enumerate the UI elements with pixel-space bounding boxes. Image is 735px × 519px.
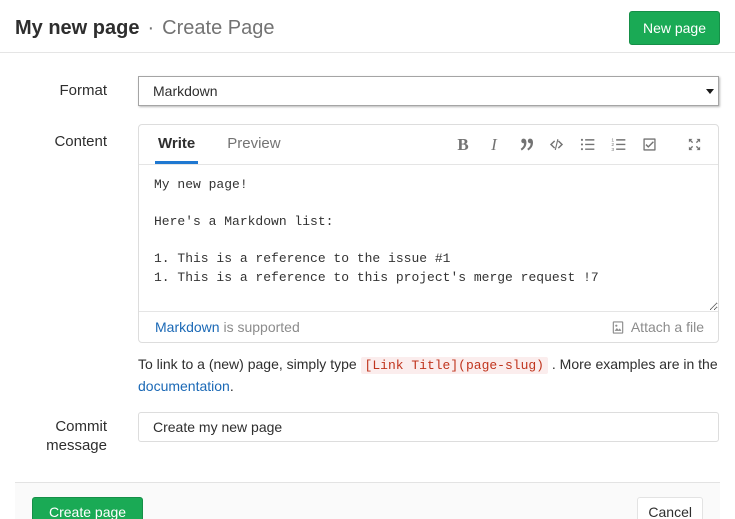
svg-text:3: 3 [611,147,614,152]
link-syntax-code: [Link Title](page-slug) [361,357,548,374]
editor-header: Write Preview B I [139,125,718,165]
form-actions-footer: Create page Cancel [15,482,720,519]
format-row: Format Markdown [0,76,735,106]
commit-message-label: Commit message [0,412,107,455]
markdown-help-link[interactable]: Markdown [155,319,220,335]
task-list-icon[interactable] [640,135,658,155]
markdown-supported-note: Markdown is supported [155,319,300,335]
documentation-link[interactable]: documentation [138,378,230,394]
editor-write-pane: My new page! Here's a Markdown list: 1. … [139,165,718,311]
content-row: Content Write Preview B I [0,124,735,343]
content-textarea[interactable]: My new page! Here's a Markdown list: 1. … [139,165,718,311]
new-page-button[interactable]: New page [629,11,720,45]
editor-toolbar: B I 123 [454,125,703,164]
link-help-text: To link to a (new) page, simply type [Li… [138,354,719,396]
commit-message-input[interactable] [138,412,719,442]
blockquote-icon[interactable] [516,135,534,155]
page-header: My new page · Create Page New page [0,0,735,53]
select-arrow-icon [706,89,714,94]
page-title: My new page [15,17,139,40]
bullet-list-icon[interactable] [578,135,596,155]
breadcrumb-separator: · [147,17,154,40]
content-label: Content [0,124,107,150]
bold-icon[interactable]: B [454,135,472,155]
attach-image-icon [611,320,625,335]
numbered-list-icon[interactable]: 123 [609,135,627,155]
breadcrumb: My new page · Create Page [15,17,274,40]
attach-file-button[interactable]: Attach a file [611,319,704,335]
format-selected-value: Markdown [153,83,218,99]
fullscreen-icon[interactable] [685,135,703,155]
format-label: Format [0,76,107,106]
tab-write[interactable]: Write [155,125,198,164]
editor-footer: Markdown is supported Attach a file [139,311,718,342]
page-subtitle: Create Page [162,17,274,40]
commit-row: Commit message [0,412,735,455]
editor-tabs: Write Preview [155,125,310,164]
cancel-button[interactable]: Cancel [637,497,703,519]
format-select[interactable]: Markdown [138,76,719,106]
italic-icon[interactable]: I [485,135,503,155]
attach-file-label: Attach a file [631,319,704,335]
tab-preview[interactable]: Preview [224,125,283,164]
code-icon[interactable] [547,135,565,155]
create-page-button[interactable]: Create page [32,497,143,519]
supported-text: is supported [220,319,300,335]
markdown-editor: Write Preview B I [138,124,719,343]
